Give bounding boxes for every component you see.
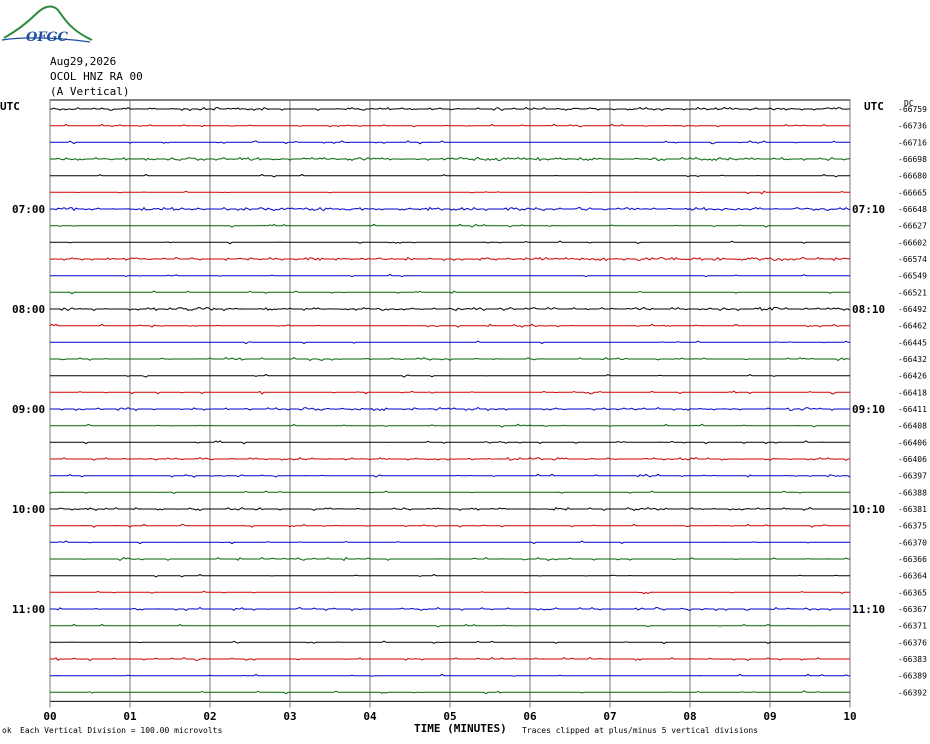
x-tick-label: 04 — [363, 710, 377, 723]
header-component: (A Vertical) — [50, 85, 129, 98]
dc-offset-label: -66389 — [898, 672, 927, 681]
dc-offset-label: -66397 — [898, 472, 927, 481]
dc-offset-label: -66521 — [898, 288, 927, 297]
x-tick-label: 00 — [43, 710, 56, 723]
right-time-label: 08:10 — [852, 303, 885, 316]
dc-offset-label: -66426 — [898, 372, 927, 381]
x-tick-label: 10 — [843, 710, 856, 723]
dc-offset-label: -66648 — [898, 205, 927, 214]
x-tick-label: 03 — [283, 710, 296, 723]
x-tick-label: 01 — [123, 710, 137, 723]
dc-offset-label: -66602 — [898, 238, 927, 247]
dc-offset-label: -66365 — [898, 588, 927, 597]
dc-offset-label: -66371 — [898, 622, 927, 631]
plot-grid — [49, 99, 851, 708]
dc-offset-label: -66367 — [898, 605, 927, 614]
dc-offset-label: -66381 — [898, 505, 927, 514]
x-tick-label: 06 — [523, 710, 537, 723]
dc-offset-label: -66665 — [898, 188, 927, 197]
footer-mark: ok — [2, 726, 12, 735]
dc-offset-label: -66392 — [898, 688, 927, 697]
left-axis-label: UTC — [0, 100, 20, 113]
x-tick-label: 07 — [603, 710, 616, 723]
right-time-label: 09:10 — [852, 403, 885, 416]
dc-offset-label: -66627 — [898, 222, 927, 231]
left-time-label: 07:00 — [12, 203, 45, 216]
left-time-label: 11:00 — [12, 603, 45, 616]
time-labels: 00 01 02 03 04 05 06 07 08 09 10-66759-66736-66716… — [12, 105, 927, 723]
logo: OFGC — [1, 5, 93, 45]
header-channel: OCOL HNZ RA 00 — [50, 70, 143, 83]
dc-offset-label: -66716 — [898, 138, 927, 147]
dc-offset-label: -66366 — [898, 555, 927, 564]
dc-offset-label: -66432 — [898, 355, 927, 364]
dc-offset-label: -66376 — [898, 638, 927, 647]
logo-text: OFGC — [26, 30, 69, 45]
x-tick-label: 02 — [203, 710, 216, 723]
dc-offset-label: -66445 — [898, 338, 927, 347]
dc-offset-label: -66680 — [898, 172, 927, 181]
dc-offset-label: -66492 — [898, 305, 927, 314]
right-axis-label: UTC — [864, 100, 884, 113]
dc-offset-label: -66406 — [898, 455, 927, 464]
dc-offset-label: -66698 — [898, 155, 927, 164]
dc-offset-label: -66549 — [898, 272, 927, 281]
header-date: Aug29,2026 — [50, 55, 116, 68]
left-time-label: 10:00 — [12, 503, 45, 516]
right-time-label: 10:10 — [852, 503, 885, 516]
dc-offset-label: -66759 — [898, 105, 927, 114]
x-tick-label: 08 — [683, 710, 696, 723]
dc-offset-label: -66375 — [898, 522, 927, 531]
dc-offset-label: -66364 — [898, 572, 927, 581]
dc-offset-label: -66408 — [898, 422, 927, 431]
dc-offset-label: -66406 — [898, 438, 927, 447]
dc-offset-label: -66736 — [898, 122, 927, 131]
helicorder-chart: OFGC Aug29,2026 OCOL HNZ RA 00 (A Vertic… — [0, 5, 927, 735]
dc-offset-label: -66418 — [898, 388, 927, 397]
dc-offset-label: -66383 — [898, 655, 927, 664]
left-time-label: 09:00 — [12, 403, 45, 416]
x-tick-label: 09 — [763, 710, 776, 723]
dc-offset-label: -66411 — [898, 405, 927, 414]
footer-scale: Each Vertical Division = 100.00 microvol… — [20, 726, 222, 735]
dc-offset-label: -66370 — [898, 538, 927, 547]
left-time-label: 08:00 — [12, 303, 45, 316]
footer-clip-note: Traces clipped at plus/minus 5 vertical … — [522, 726, 758, 735]
right-time-label: 07:10 — [852, 203, 885, 216]
right-time-label: 11:10 — [852, 603, 885, 616]
x-axis-title: TIME (MINUTES) — [414, 722, 507, 735]
dc-offset-label: -66462 — [898, 322, 927, 331]
dc-offset-label: -66574 — [898, 255, 927, 264]
dc-offset-label: -66388 — [898, 488, 927, 497]
